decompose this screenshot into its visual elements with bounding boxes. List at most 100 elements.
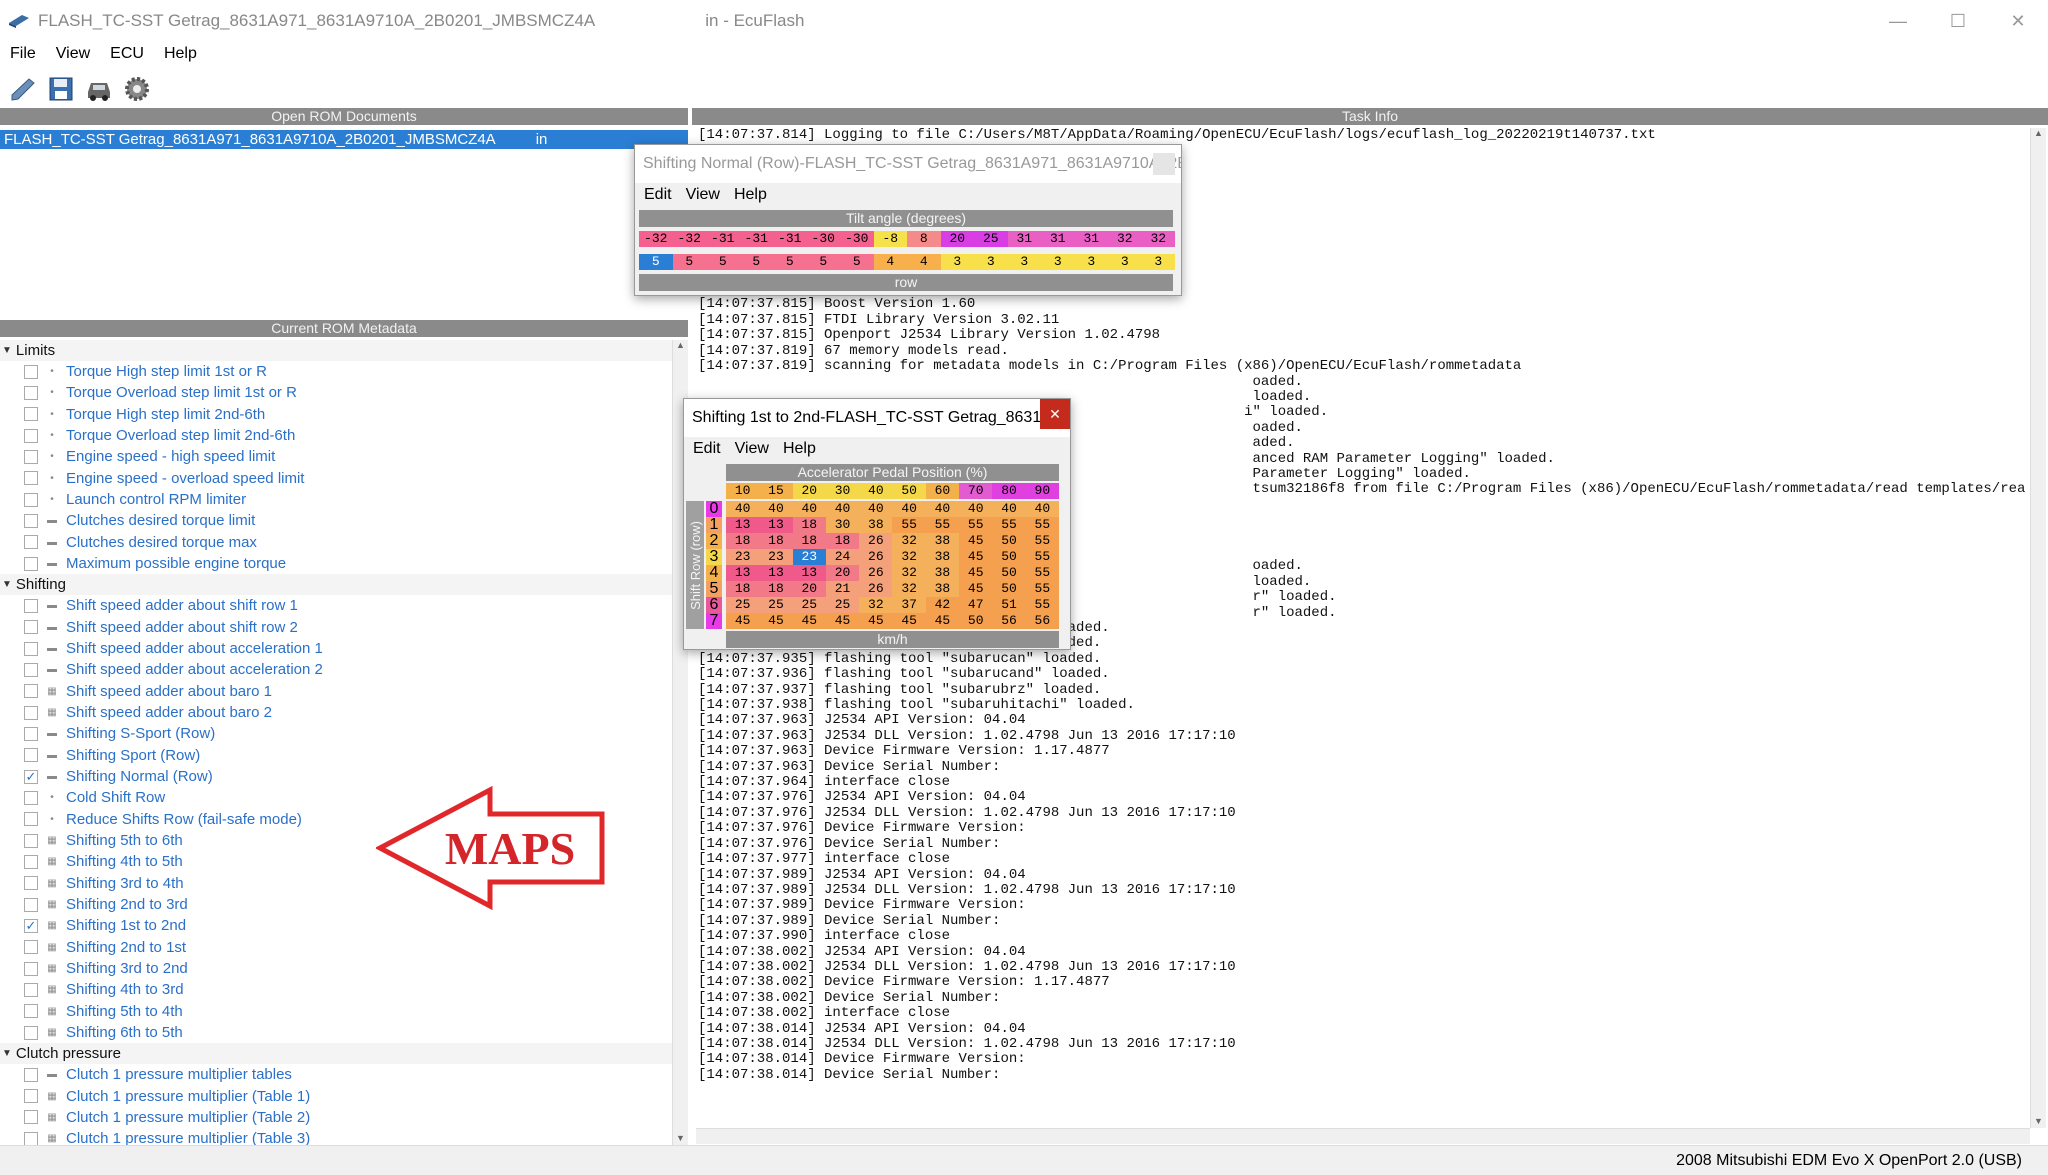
table-cell[interactable]: 24 [825,549,860,565]
row-value-cell[interactable]: 5 [739,254,773,270]
item-checkbox[interactable] [24,641,38,656]
table-cell[interactable]: 20 [792,581,826,597]
item-checkbox[interactable] [24,1110,38,1125]
item-checkbox[interactable]: ✓ [24,769,38,784]
item-checkbox[interactable] [24,833,38,848]
table-cell[interactable]: 40 [959,501,993,517]
row-value-cell[interactable]: 3 [974,254,1008,270]
table-cell[interactable]: 25 [759,597,793,613]
tree-item[interactable]: ▬ Shift speed adder about acceleration 2 [0,659,672,680]
table-cell[interactable]: 40 [1025,501,1059,517]
row-value-cell[interactable]: 3 [1141,254,1175,270]
tree-item[interactable]: ▦ Clutch 1 pressure multiplier (Table 2) [0,1107,672,1128]
row-value-cell[interactable]: 3 [1007,254,1041,270]
item-checkbox[interactable]: ✓ [24,918,38,933]
table-cell[interactable]: 55 [1025,533,1059,549]
item-checkbox[interactable] [24,598,38,613]
tree-item[interactable]: • Launch control RPM limiter [0,489,672,510]
shift-row-axis-cell[interactable]: 4 [706,565,722,581]
item-checkbox[interactable] [24,556,38,571]
table-cell[interactable]: 40 [925,501,960,517]
settings-gear-icon[interactable] [120,72,154,106]
item-checkbox[interactable] [24,812,38,827]
popup-row-menu-view[interactable]: View [679,186,727,204]
shift-row-axis-cell[interactable]: 2 [706,533,722,549]
table-cell[interactable]: 55 [1025,549,1059,565]
tree-item[interactable]: ▬ Shifting S-Sport (Row) [0,723,672,744]
log-horizontal-scrollbar[interactable] [696,1128,2030,1144]
shift-row-axis-cell[interactable]: 6 [706,597,722,613]
item-checkbox[interactable] [24,620,38,635]
table-cell[interactable]: 40 [892,501,926,517]
menu-ecu[interactable]: ECU [100,45,154,63]
shift-row-axis-cell[interactable]: 7 [706,613,722,629]
table-cell[interactable]: 42 [925,597,960,613]
table-cell[interactable]: 30 [825,517,860,533]
table-cell[interactable]: 25 [792,597,826,613]
table-cell[interactable]: 45 [959,533,993,549]
tilt-axis-cell[interactable]: -32 [639,231,673,247]
table-cell[interactable]: 45 [925,613,960,629]
popup-table-close-icon[interactable]: ✕ [1040,399,1070,429]
tree-item[interactable]: ▦ Shifting 3rd to 2nd [0,958,672,979]
tree-item[interactable]: ✓ ▬ Shifting Normal (Row) [0,766,672,787]
item-checkbox[interactable] [24,897,38,912]
tree-item[interactable]: • Engine speed - high speed limit [0,446,672,467]
car-icon[interactable] [82,72,116,106]
table-cell[interactable]: 38 [925,565,960,581]
table-cell[interactable]: 50 [992,565,1026,581]
table-cell[interactable]: 32 [892,565,926,581]
tree-item[interactable]: • Torque Overload step limit 2nd-6th [0,425,672,446]
tree-item[interactable]: ▬ Shifting Sport (Row) [0,745,672,766]
table-cell[interactable]: 50 [992,533,1026,549]
table-cell[interactable]: 26 [859,581,893,597]
table-cell[interactable]: 45 [959,581,993,597]
pedal-axis-cell[interactable]: 50 [892,483,926,499]
row-value-cell[interactable]: 3 [940,254,974,270]
table-cell[interactable]: 32 [892,533,926,549]
table-cell[interactable]: 37 [892,597,926,613]
item-checkbox[interactable] [24,705,38,720]
tree-item[interactable]: ▦ Shift speed adder about baro 1 [0,681,672,702]
table-cell[interactable]: 23 [759,549,793,565]
table-cell[interactable]: 25 [726,597,760,613]
table-cell[interactable]: 23 [792,549,826,565]
tree-item[interactable]: ▬ Shift speed adder about shift row 2 [0,617,672,638]
table-cell[interactable]: 32 [859,597,893,613]
table-cell[interactable]: 13 [759,517,793,533]
tilt-axis-cell[interactable]: -32 [672,231,706,247]
table-cell[interactable]: 40 [726,501,760,517]
table-cell[interactable]: 45 [892,613,926,629]
table-cell[interactable]: 18 [759,581,793,597]
tree-item[interactable]: ▦ Shifting 4th to 3rd [0,979,672,1000]
table-cell[interactable]: 55 [992,517,1026,533]
expand-triangle-icon[interactable]: ▼ [2,1043,12,1064]
item-checkbox[interactable] [24,513,38,528]
tilt-axis-cell[interactable]: -30 [840,231,874,247]
item-checkbox[interactable] [24,449,38,464]
item-checkbox[interactable] [24,385,38,400]
tilt-axis-cell[interactable]: 20 [940,231,974,247]
popup-row-close-icon[interactable] [1153,153,1175,175]
table-cell[interactable]: 55 [1025,597,1059,613]
table-cell[interactable]: 18 [792,517,826,533]
pedal-axis-cell[interactable]: 60 [925,483,960,499]
pedal-axis-cell[interactable]: 10 [726,483,760,499]
row-value-cell[interactable]: 5 [806,254,840,270]
pedal-axis-cell[interactable]: 70 [959,483,993,499]
tree-item[interactable]: ▬ Maximum possible engine torque [0,553,672,574]
pedal-axis-cell[interactable]: 20 [792,483,826,499]
item-checkbox[interactable] [24,535,38,550]
table-cell[interactable]: 55 [1025,565,1059,581]
row-value-cell[interactable]: 3 [1108,254,1142,270]
table-cell[interactable]: 51 [992,597,1026,613]
table-cell[interactable]: 26 [859,533,893,549]
item-checkbox[interactable] [24,471,38,486]
item-checkbox[interactable] [24,854,38,869]
shift-row-axis-cell[interactable]: 0 [706,501,722,517]
table-cell[interactable]: 40 [859,501,893,517]
tilt-axis-cell[interactable]: 31 [1041,231,1075,247]
pedal-axis-cell[interactable]: 15 [759,483,793,499]
menu-view[interactable]: View [46,45,100,63]
row-value-cell[interactable]: 4 [907,254,941,270]
